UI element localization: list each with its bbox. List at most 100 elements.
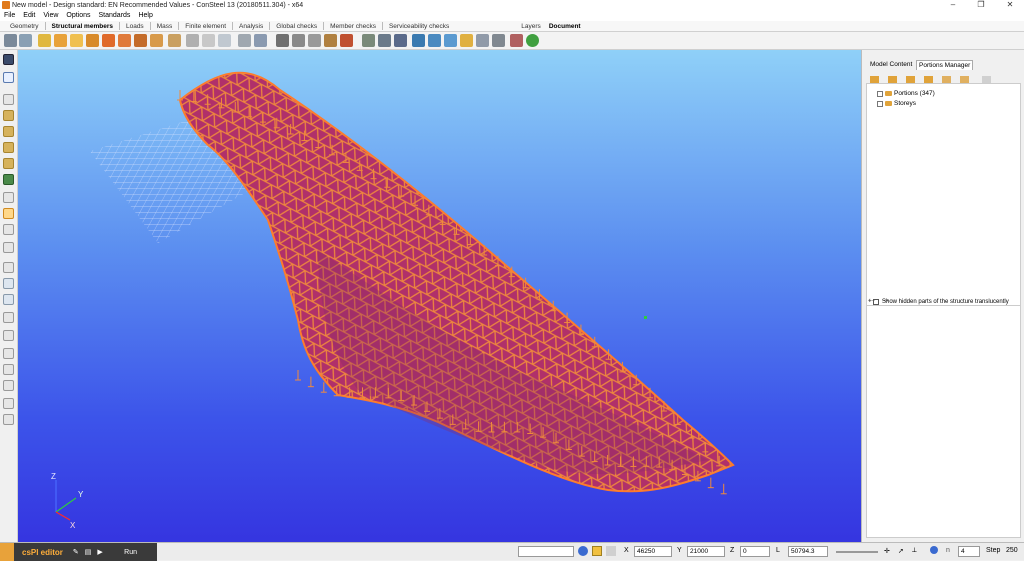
front-view-icon[interactable] <box>3 126 14 137</box>
label-icon[interactable] <box>3 380 14 391</box>
lambda-icon[interactable] <box>592 546 602 556</box>
bolt-icon[interactable] <box>134 34 147 47</box>
fit-icon[interactable] <box>3 278 14 289</box>
tab-loads[interactable]: Loads <box>122 23 148 30</box>
array-icon[interactable] <box>428 34 441 47</box>
crosshair-icon[interactable]: ✛ <box>884 547 890 555</box>
menu-edit[interactable]: Edit <box>23 12 35 19</box>
wall-icon[interactable] <box>218 34 231 47</box>
tab-portions-manager[interactable]: Portions Manager <box>916 60 974 70</box>
run-script-icon[interactable]: ▶ <box>97 548 102 556</box>
ortho-icon[interactable] <box>606 546 616 556</box>
tab-serviceability-checks[interactable]: Serviceability checks <box>385 23 453 30</box>
undo-icon[interactable] <box>3 72 14 83</box>
cspl-icon[interactable] <box>0 543 14 561</box>
tab-document[interactable]: Document <box>545 23 585 30</box>
open-script-icon[interactable]: ▤ <box>85 548 92 556</box>
beam-icon[interactable] <box>4 34 17 47</box>
hide-icon[interactable] <box>3 348 14 359</box>
globe-icon[interactable] <box>930 546 938 554</box>
mirror-icon[interactable] <box>394 34 407 47</box>
save-icon[interactable] <box>3 54 14 65</box>
restore-icon[interactable]: ❐ <box>967 0 995 10</box>
filter-icon[interactable] <box>3 330 14 341</box>
node-checkbox[interactable] <box>877 100 883 107</box>
stiffener-icon[interactable] <box>102 34 115 47</box>
top-view-icon[interactable] <box>3 158 14 169</box>
tab-structural-members[interactable]: Structural members <box>48 23 117 30</box>
select-icon[interactable] <box>3 94 14 105</box>
report-icon[interactable] <box>510 34 523 47</box>
model-viewport[interactable]: Z Y X <box>18 50 861 542</box>
minimize-icon[interactable]: – <box>939 0 967 10</box>
surface-icon[interactable] <box>202 34 215 47</box>
edit-script-icon[interactable]: ✎ <box>73 548 79 556</box>
snap-icon[interactable] <box>578 546 588 556</box>
orbit-icon[interactable] <box>3 262 14 273</box>
tab-global-checks[interactable]: Global checks <box>272 23 321 30</box>
tab-finite-element[interactable]: Finite element <box>181 23 230 30</box>
menu-file[interactable]: File <box>4 12 15 19</box>
release-icon[interactable] <box>292 34 305 47</box>
dimension-icon[interactable]: ⟂ <box>912 547 917 555</box>
tab-model-content[interactable]: Model Content <box>868 60 914 69</box>
menu-help[interactable]: Help <box>138 12 152 19</box>
command-input[interactable] <box>518 546 574 557</box>
cspl-editor-label[interactable]: csPl editor <box>22 548 63 557</box>
pan-icon[interactable] <box>3 242 14 253</box>
x-coordinate-field[interactable]: 46250 <box>634 546 672 557</box>
run-button[interactable]: Run <box>124 549 137 556</box>
view-icon[interactable] <box>476 34 489 47</box>
tree-node-storeys[interactable]: Storeys <box>877 100 916 107</box>
legend-icon[interactable] <box>3 414 14 425</box>
eccentricity-icon[interactable] <box>324 34 337 47</box>
zoom-icon[interactable] <box>3 224 14 235</box>
tab-analysis[interactable]: Analysis <box>235 23 267 30</box>
menu-standards[interactable]: Standards <box>99 12 131 19</box>
tab-layers[interactable]: Layers <box>517 23 545 30</box>
grid-icon[interactable] <box>238 34 251 47</box>
box-view-icon[interactable] <box>3 110 14 121</box>
tab-mass[interactable]: Mass <box>153 23 177 30</box>
color-icon[interactable] <box>3 398 14 409</box>
rotate-icon[interactable] <box>378 34 391 47</box>
layers-icon[interactable] <box>460 34 473 47</box>
spring-icon[interactable] <box>308 34 321 47</box>
member-icon[interactable] <box>38 34 51 47</box>
split-icon[interactable] <box>444 34 457 47</box>
slab-icon[interactable] <box>70 34 83 47</box>
gusset-icon[interactable] <box>150 34 163 47</box>
render-icon[interactable] <box>492 34 505 47</box>
plate-icon[interactable] <box>54 34 67 47</box>
show-all-icon[interactable] <box>3 364 14 375</box>
copy-icon[interactable] <box>412 34 425 47</box>
column-icon[interactable] <box>19 34 32 47</box>
refresh-icon[interactable] <box>526 34 539 47</box>
tab-member-checks[interactable]: Member checks <box>326 23 380 30</box>
forward-arrow-icon[interactable]: ⇢ <box>882 296 889 305</box>
tree-node-portions[interactable]: Portions (347) <box>877 90 935 97</box>
bracing-icon[interactable] <box>168 34 181 47</box>
menu-view[interactable]: View <box>43 12 58 19</box>
haunch-icon[interactable] <box>86 34 99 47</box>
zoom-slider[interactable] <box>836 551 878 553</box>
move-icon[interactable] <box>362 34 375 47</box>
menu-options[interactable]: Options <box>66 12 90 19</box>
solid-view-icon[interactable] <box>3 208 14 219</box>
node-checkbox[interactable] <box>877 90 883 97</box>
z-coordinate-field[interactable]: 0 <box>740 546 770 557</box>
n-field[interactable]: 4 <box>958 546 980 557</box>
hinge-icon[interactable] <box>276 34 289 47</box>
support-icon[interactable] <box>254 34 267 47</box>
diaphragm-icon[interactable] <box>340 34 353 47</box>
iso-view-icon[interactable] <box>3 174 14 185</box>
close-icon[interactable]: ✕ <box>996 0 1024 10</box>
tab-geometry[interactable]: Geometry <box>6 23 43 30</box>
structure-3d-view[interactable]: Z Y X <box>18 50 861 542</box>
y-coordinate-field[interactable]: 21000 <box>687 546 725 557</box>
weld-icon[interactable] <box>118 34 131 47</box>
length-field[interactable]: 50794.3 <box>788 546 828 557</box>
wireframe-icon[interactable] <box>3 192 14 203</box>
pointer-icon[interactable]: ➚ <box>898 547 904 555</box>
side-view-icon[interactable] <box>3 142 14 153</box>
